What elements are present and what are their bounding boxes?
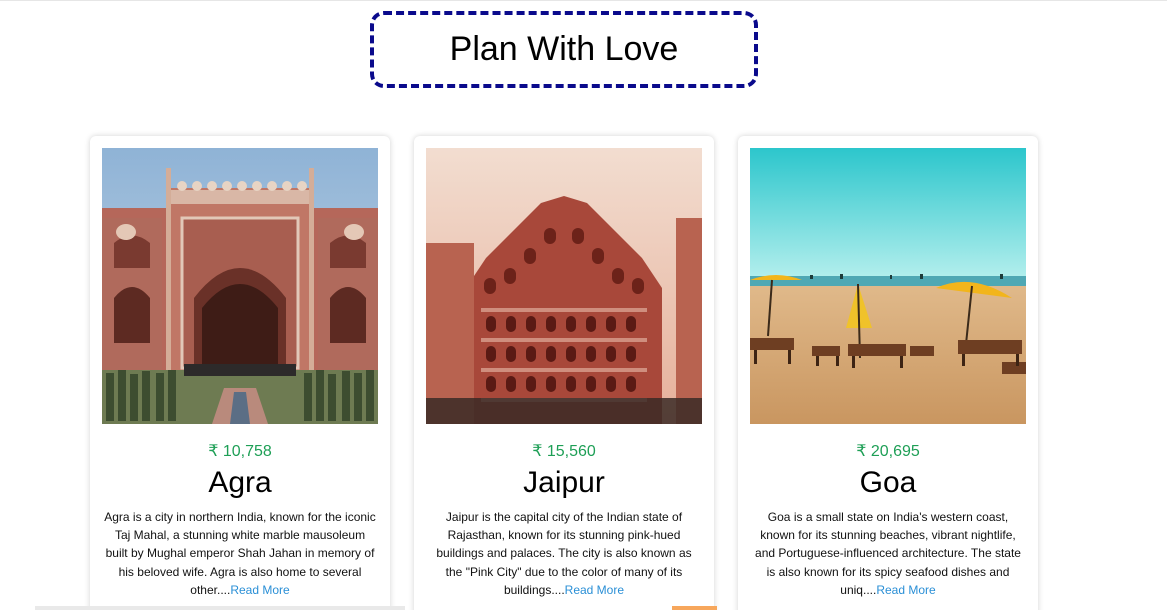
price-label: ₹ 15,560 [532,443,596,460]
horizontal-scrollbar[interactable] [35,606,405,610]
price-label: ₹ 10,758 [208,443,272,460]
city-description: Jaipur is the capital city of the Indian… [428,508,700,599]
agra-monument-image[interactable] [102,148,378,424]
city-name: Jaipur [523,466,605,499]
city-name: Agra [208,466,272,499]
read-more-link[interactable]: Read More [876,583,935,597]
top-divider [0,0,1167,1]
read-more-link[interactable]: Read More [565,583,624,597]
city-name: Goa [859,466,917,499]
city-description: Agra is a city in northern India, known … [104,508,376,599]
city-description: Goa is a small state on India's western … [752,508,1024,599]
partial-card-edge [672,606,717,610]
tour-card-goa[interactable]: ₹ 20,695 Goa Goa is a small state on Ind… [738,136,1038,610]
page-title: Plan With Love [449,30,679,68]
title-banner: Plan With Love [370,11,758,88]
tour-card-jaipur[interactable]: ₹ 15,560 Jaipur Jaipur is the capital ci… [414,136,714,610]
price-label: ₹ 20,695 [856,443,920,460]
read-more-link[interactable]: Read More [230,583,289,597]
goa-beach-image[interactable] [750,148,1026,424]
jaipur-hawa-mahal-image[interactable] [426,148,702,424]
tour-card-agra[interactable]: ₹ 10,758 Agra Agra is a city in northern… [90,136,390,610]
